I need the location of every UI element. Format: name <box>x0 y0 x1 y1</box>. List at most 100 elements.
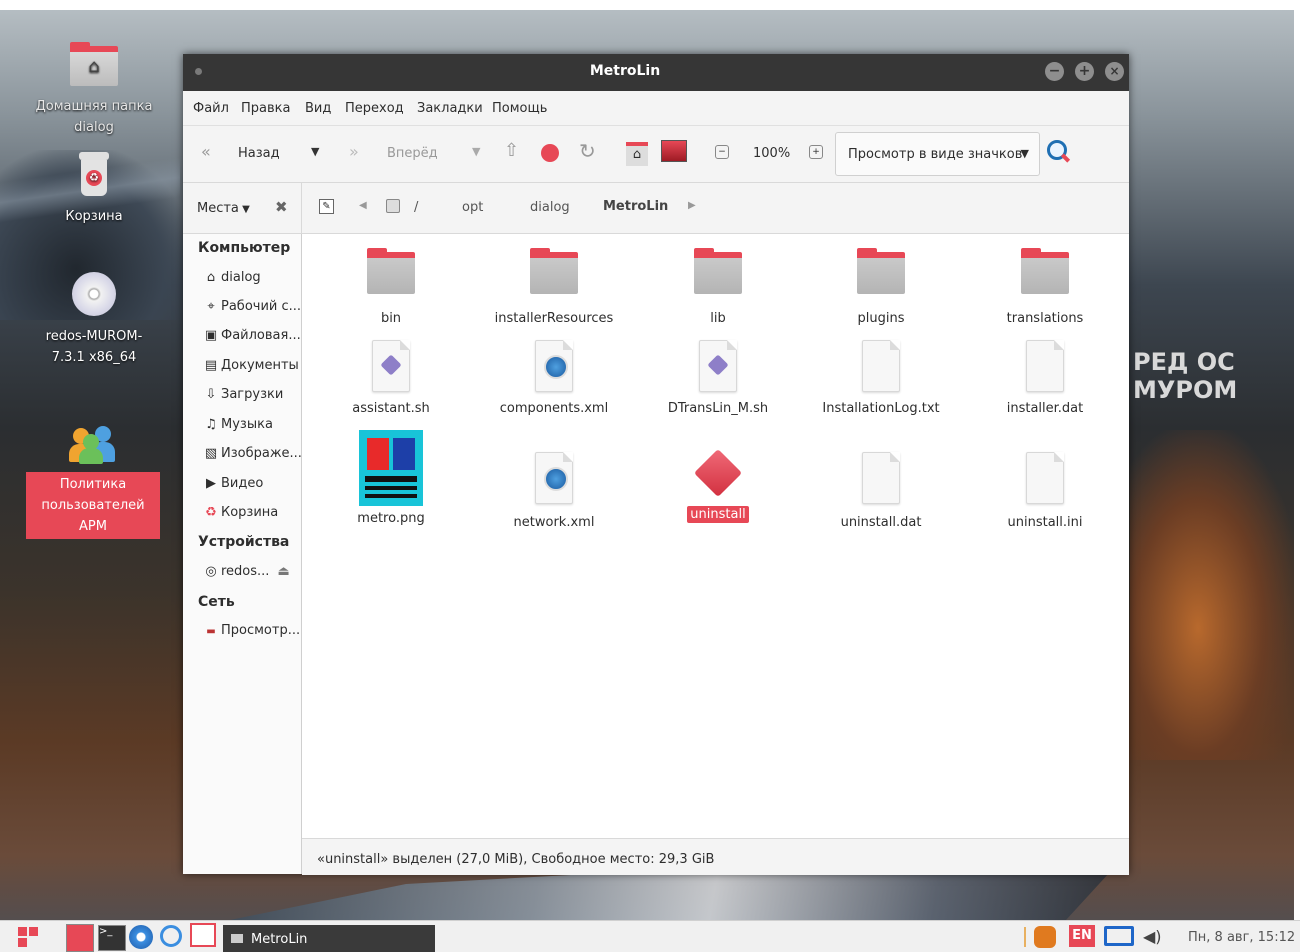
file-item[interactable]: translations <box>970 248 1120 327</box>
edit-path-icon[interactable]: ✎ <box>319 199 334 214</box>
search-icon[interactable] <box>1047 140 1071 164</box>
file-name: uninstall <box>687 506 749 523</box>
sidebar-item-documents[interactable]: ▤ Документы <box>203 358 299 373</box>
sidebar-item-label: Изображе... <box>221 446 302 461</box>
path-right-arrow-icon[interactable]: ▶ <box>688 200 696 211</box>
file-item[interactable]: InstallationLog.txt <box>806 340 956 417</box>
window-titlebar[interactable]: MetroLin − + × <box>183 54 1129 91</box>
file-item[interactable]: components.xml <box>479 340 629 417</box>
file-item[interactable]: installer.dat <box>970 340 1120 417</box>
start-menu-icon[interactable] <box>18 927 38 947</box>
path-opt[interactable]: opt <box>462 200 483 215</box>
file-item[interactable]: uninstall <box>643 448 793 523</box>
minimize-button[interactable]: − <box>1045 62 1064 81</box>
back-arrow-icon[interactable]: « <box>201 142 211 161</box>
close-sidebar-icon[interactable]: ✖ <box>275 198 288 216</box>
menu-go[interactable]: Переход <box>345 101 404 116</box>
menu-view[interactable]: Вид <box>305 101 331 116</box>
places-label: Места <box>197 201 239 216</box>
eject-icon[interactable]: ⏏ <box>277 564 289 579</box>
back-button[interactable]: Назад <box>238 146 280 161</box>
file-name: uninstall.dat <box>840 515 922 530</box>
sidebar-item-label: Корзина <box>221 505 279 520</box>
sidebar-item-home[interactable]: ⌂ dialog <box>203 270 261 285</box>
drive-icon: ▣ <box>204 328 218 343</box>
sidebar-item-downloads[interactable]: ⇩ Загрузки <box>203 387 284 402</box>
text-file-icon <box>862 340 900 392</box>
volume-icon[interactable]: ◀) <box>1143 927 1162 946</box>
desktop-icon-policy[interactable]: Политика пользователей АРМ <box>26 424 160 539</box>
forward-button[interactable]: Вперёд <box>387 146 438 161</box>
menu-help[interactable]: Помощь <box>492 101 547 116</box>
desktop-icon-trash[interactable]: ♻ Корзина <box>30 152 158 227</box>
forward-arrow-icon[interactable]: » <box>349 142 359 161</box>
terminal-icon[interactable]: >_ <box>98 925 126 951</box>
sidebar-item-label: dialog <box>221 270 261 285</box>
clock[interactable]: Пн, 8 авг, 15:12 <box>1188 930 1295 945</box>
zoom-out-icon[interactable]: − <box>715 145 729 159</box>
file-item[interactable]: metro.png <box>316 430 466 527</box>
keyboard-layout-indicator[interactable]: EN <box>1069 925 1095 947</box>
sidebar-item-music[interactable]: ♫ Музыка <box>203 417 273 432</box>
menu-bookmarks[interactable]: Закладки <box>417 101 483 116</box>
reload-icon[interactable]: ↻ <box>579 139 596 163</box>
video-icon: ▶ <box>206 476 216 491</box>
folder-icon <box>857 248 905 294</box>
chevron-down-icon: ▼ <box>1020 147 1029 160</box>
back-history-dropdown[interactable]: ▼ <box>311 145 319 158</box>
file-item[interactable]: plugins <box>806 248 956 327</box>
maximize-button[interactable]: + <box>1075 62 1094 81</box>
desktop-icon-home[interactable]: ⌂ Домашняя папка dialog <box>30 42 158 138</box>
root-drive-icon[interactable] <box>386 199 400 213</box>
file-item[interactable]: bin <box>316 248 466 327</box>
sidebar-item-pictures[interactable]: ▧ Изображе... <box>203 446 302 461</box>
path-current[interactable]: MetroLin <box>603 199 668 214</box>
file-item[interactable]: uninstall.dat <box>806 452 956 531</box>
sidebar-item-desktop[interactable]: ⌖ Рабочий с... <box>203 299 301 314</box>
path-left-arrow-icon[interactable]: ◀ <box>359 200 367 211</box>
sidebar-item-videos[interactable]: ▶ Видео <box>203 476 263 491</box>
view-mode-select[interactable]: Просмотр в виде значков ▼ <box>835 132 1040 176</box>
file-item[interactable]: uninstall.ini <box>970 452 1120 531</box>
file-name: network.xml <box>513 515 595 530</box>
menu-edit[interactable]: Правка <box>241 101 290 116</box>
sidebar-item-label: Файловая... <box>221 328 301 343</box>
forward-history-dropdown[interactable]: ▼ <box>472 145 480 158</box>
file-name: plugins <box>857 311 905 326</box>
desktop-icon-label: Домашняя папка dialog <box>35 99 153 135</box>
sidebar-item-disc[interactable]: ◎ redos... ⏏ <box>203 564 289 579</box>
file-manager-icon[interactable] <box>190 923 216 947</box>
update-icon[interactable] <box>1034 926 1056 948</box>
zoom-in-icon[interactable]: + <box>809 145 823 159</box>
sidebar-item-trash[interactable]: ♻ Корзина <box>203 505 278 520</box>
file-name: bin <box>380 311 402 326</box>
network-monitor-icon[interactable] <box>1104 926 1134 946</box>
sidebar-item-filesystem[interactable]: ▣ Файловая... <box>203 328 301 343</box>
desktop-icon-disc[interactable]: redos-MUROM-7.3.1 x86_64 <box>24 272 164 368</box>
places-dropdown[interactable]: Места ▼ <box>197 201 250 216</box>
file-item[interactable]: assistant.sh <box>316 340 466 417</box>
path-dialog[interactable]: dialog <box>530 200 570 215</box>
path-root[interactable]: / <box>414 200 418 215</box>
file-item[interactable]: lib <box>643 248 793 327</box>
browser-icon[interactable] <box>129 925 153 949</box>
file-icon-view: bin installerResources lib plugins trans… <box>302 234 1129 838</box>
sidebar-item-network[interactable]: ▬ Просмотр... <box>203 623 300 638</box>
computer-icon[interactable] <box>661 140 687 162</box>
stop-icon[interactable] <box>541 144 559 162</box>
home-icon[interactable]: ⌂ <box>626 142 648 166</box>
places-sidebar: Компьютер ⌂ dialog ⌖ Рабочий с... ▣ Файлова… <box>183 234 302 874</box>
image-thumbnail-icon <box>359 430 423 506</box>
file-item[interactable]: network.xml <box>479 452 629 531</box>
up-icon[interactable]: ⇧ <box>504 140 519 161</box>
background-sunset-glow <box>1130 430 1300 760</box>
file-item[interactable]: installerResources <box>479 248 629 327</box>
app-launcher-icon[interactable] <box>66 924 94 952</box>
taskbar-window-metrolin[interactable]: MetroLin <box>223 925 435 952</box>
sidebar-item-label: Документы <box>221 358 299 373</box>
file-item[interactable]: DTransLin_M.sh <box>643 340 793 417</box>
file-name: DTransLin_M.sh <box>667 401 769 416</box>
close-button[interactable]: × <box>1105 62 1124 81</box>
search-icon[interactable] <box>160 925 182 947</box>
menu-file[interactable]: Файл <box>193 101 229 116</box>
